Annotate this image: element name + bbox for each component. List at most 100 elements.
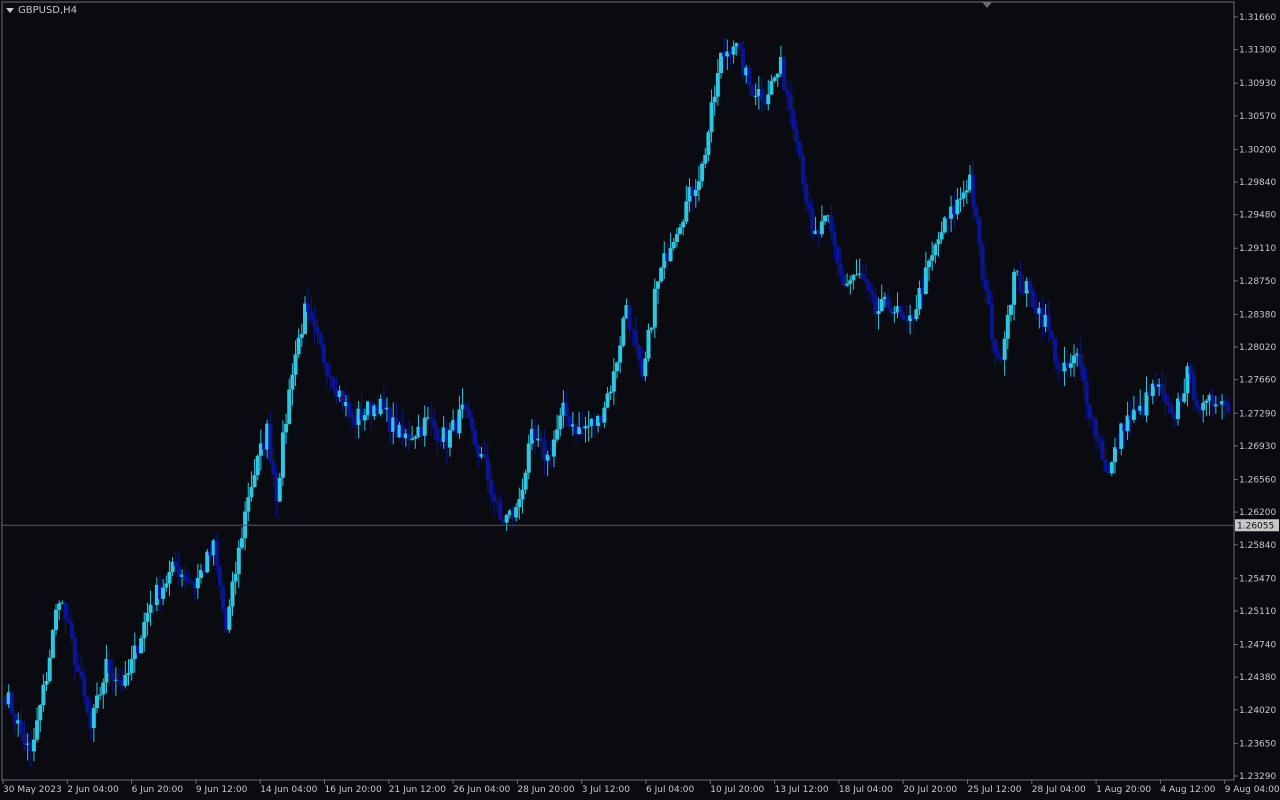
candle-body (1084, 381, 1089, 405)
candle-body (429, 417, 434, 420)
x-tick-label: 25 Jul 12:00 (968, 785, 1022, 795)
candle-body (555, 429, 560, 440)
candle-body (123, 674, 128, 686)
candle-body (703, 154, 708, 164)
candle-body (1223, 400, 1228, 406)
candle-body (280, 432, 285, 478)
candle-body (823, 215, 828, 222)
y-tick-label: 1.31660 (1239, 13, 1276, 23)
candle-body (186, 580, 191, 582)
candle-body (299, 334, 304, 338)
candle-body (268, 423, 273, 461)
y-tick-label: 1.25470 (1239, 574, 1276, 584)
candle-body (892, 312, 897, 314)
candle-body (126, 672, 131, 675)
candle-body (54, 609, 59, 631)
candle-body (851, 275, 856, 281)
candle-body (287, 389, 292, 424)
candle-body (492, 494, 497, 502)
candle-body (318, 333, 323, 345)
candle-body (923, 267, 928, 295)
candle-body (696, 181, 701, 191)
y-tick-label: 1.28380 (1239, 310, 1276, 320)
candle-body (463, 404, 468, 410)
candle-body (85, 696, 90, 713)
candle-body (233, 573, 238, 582)
candlestick-chart-svg[interactable]: 1.31660 1.31300 1.30930 1.30570 1.30200 1.298… (0, 0, 1280, 800)
y-tick-label: 1.23290 (1239, 772, 1276, 782)
y-tick-label: 1.29840 (1239, 178, 1276, 188)
candle-body (955, 199, 960, 215)
candle-body (195, 577, 200, 589)
candle-body (678, 227, 683, 235)
candle-body (164, 583, 169, 588)
candle-body (646, 329, 651, 359)
candle-body (1112, 447, 1117, 463)
candle-body (637, 345, 642, 360)
candle-body (290, 374, 295, 390)
candle-body (709, 102, 714, 133)
candle-body (129, 659, 134, 673)
candle-body (621, 318, 626, 346)
candle-body (98, 694, 103, 696)
candle-body (22, 732, 27, 745)
candle-body (9, 692, 14, 714)
y-tick-label: 1.26930 (1239, 442, 1276, 452)
candle-body (514, 507, 519, 518)
candle-body (602, 407, 607, 423)
candle-body (321, 344, 326, 363)
y-tick-label: 1.29480 (1239, 211, 1276, 221)
candle-body (785, 89, 790, 96)
y-tick-label: 1.24740 (1239, 641, 1276, 651)
candle-body (1103, 459, 1108, 471)
y-tick-label: 1.28020 (1239, 343, 1276, 353)
candle-body (246, 497, 251, 512)
candle-body (142, 621, 147, 639)
symbol-timeframe-label[interactable]: GBPUSD,H4 (6, 3, 77, 17)
candle-body (35, 720, 40, 740)
candle-body (183, 574, 188, 581)
y-tick-label: 1.31300 (1239, 46, 1276, 56)
candle-body (551, 439, 556, 457)
candle-body (325, 362, 330, 376)
candle-body (91, 708, 96, 729)
candle-body (633, 330, 638, 346)
x-tick-label: 9 Jun 12:00 (196, 785, 248, 795)
candle-body (1166, 401, 1171, 406)
candle-body (1002, 338, 1007, 360)
triangle-down-icon[interactable] (6, 7, 14, 13)
candle-body (747, 67, 752, 86)
candle-body (980, 244, 985, 280)
y-tick-label: 1.30930 (1239, 79, 1276, 89)
candle-body (886, 296, 891, 309)
x-tick-label: 10 Jul 20:00 (710, 785, 764, 795)
chart-shift-marker-icon[interactable] (982, 2, 992, 8)
candle-body (1194, 400, 1199, 408)
candle-body (82, 677, 87, 697)
candle-body (252, 475, 257, 488)
candle-body (504, 514, 509, 523)
candle-body (936, 239, 941, 245)
candle-body (876, 311, 881, 314)
candle-body (79, 671, 84, 678)
candle-body (558, 415, 563, 430)
candle-body (466, 409, 471, 419)
candle-body (271, 460, 276, 475)
candle-body (706, 132, 711, 155)
candle-body (769, 80, 774, 95)
candle-body (993, 339, 998, 354)
candle-body (766, 94, 771, 105)
candle-body (901, 315, 906, 321)
candle-body (1204, 400, 1209, 403)
candle-body (879, 299, 884, 312)
candle-body (971, 174, 976, 208)
candle-body (942, 217, 947, 233)
candle-body (94, 695, 99, 709)
x-tick-label: 18 Jul 04:00 (839, 785, 893, 795)
candle-body (681, 221, 686, 228)
candle-body (107, 658, 112, 673)
candle-body (1027, 281, 1032, 291)
price-chart[interactable]: 1.31660 1.31300 1.30930 1.30570 1.30200 1.298… (0, 0, 1280, 800)
x-tick-label: 14 Jun 04:00 (260, 785, 317, 795)
candle-body (627, 305, 632, 330)
